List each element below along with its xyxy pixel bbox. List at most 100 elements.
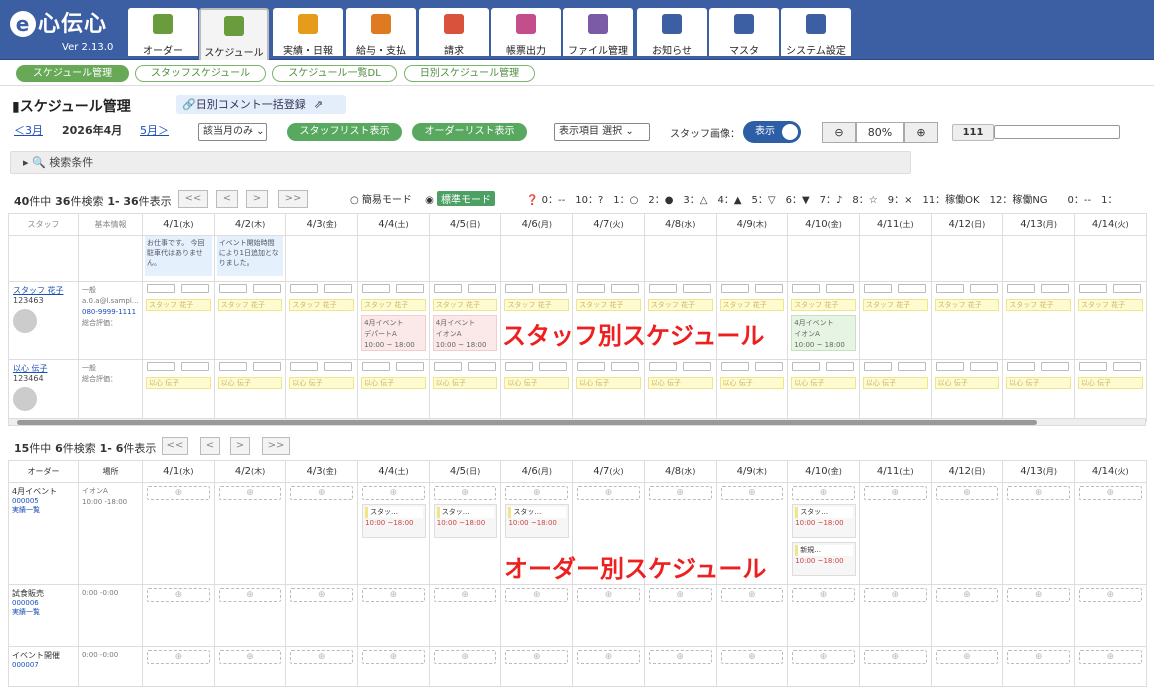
staff-list-button[interactable]: スタッフリスト表示 [287, 123, 402, 141]
horizontal-scrollbar[interactable] [8, 418, 1146, 426]
order-schedule-cell[interactable]: ⊕ [1002, 584, 1075, 647]
order-schedule-cell[interactable]: ⊕ [1002, 482, 1075, 585]
slot-a[interactable] [1007, 284, 1036, 293]
memo-cell[interactable]: お仕事です。 今回駐車代はありません。 [142, 235, 215, 282]
order-schedule-cell[interactable]: ⊕ [285, 584, 359, 647]
add-staff-plus-icon[interactable]: ⊕ [218, 650, 282, 664]
nav-tab-8[interactable]: マスタ [709, 8, 779, 57]
slot-b[interactable] [1041, 284, 1070, 293]
schedule-cell[interactable]: 以心 伝子 [1073, 359, 1147, 422]
schedule-cell[interactable]: 以心 伝子 [285, 359, 359, 422]
event-card[interactable]: 4月イベント イオンA 10:00 ~ 18:00 [432, 315, 498, 351]
app-logo[interactable]: e 心伝心 [10, 6, 107, 38]
staff-next-page-button[interactable]: > [246, 190, 268, 208]
next-month-link[interactable]: 5月＞ [140, 122, 169, 138]
add-staff-plus-icon[interactable]: ⊕ [577, 650, 640, 664]
slot-b[interactable] [539, 284, 568, 293]
schedule-cell[interactable]: スタッフ 花子 4月イベント デパートA 10:00 ~ 18:00 [357, 281, 430, 360]
add-staff-plus-icon[interactable]: ⊕ [648, 650, 712, 664]
slot-b[interactable] [252, 284, 281, 293]
order-schedule-cell[interactable]: ⊕ [500, 646, 574, 687]
add-staff-plus-icon[interactable]: ⊕ [505, 650, 569, 664]
add-staff-plus-icon[interactable]: ⊕ [720, 486, 784, 500]
slot-b[interactable] [754, 284, 783, 293]
slot-a[interactable] [218, 362, 247, 371]
order-schedule-cell[interactable]: ⊕ [930, 646, 1004, 687]
order-schedule-cell[interactable]: ⊕ [1073, 482, 1147, 585]
simple-mode-radio[interactable]: ○ 簡易モード [350, 195, 412, 206]
zoom-slider[interactable] [994, 125, 1120, 139]
schedule-cell[interactable]: 以心 伝子 [572, 359, 645, 422]
slot-b[interactable] [1112, 284, 1141, 293]
slot-a[interactable] [863, 362, 892, 371]
memo-cell[interactable] [357, 235, 430, 282]
order-next-page-button[interactable]: > [230, 437, 250, 455]
order-results-link[interactable]: 実績一覧 [12, 505, 75, 515]
add-staff-plus-icon[interactable]: ⊕ [505, 486, 569, 500]
schedule-cell[interactable]: 以心 伝子 [357, 359, 430, 422]
add-staff-plus-icon[interactable]: ⊕ [433, 650, 497, 664]
assigned-staff-card[interactable]: 新規… 10:00 ~18:00 [792, 542, 856, 576]
slot-b[interactable] [324, 284, 353, 293]
schedule-cell[interactable]: 以心 伝子 [1002, 359, 1075, 422]
slot-a[interactable] [147, 284, 175, 293]
slot-b[interactable] [467, 362, 496, 371]
add-staff-plus-icon[interactable]: ⊕ [863, 486, 927, 500]
slot-b[interactable] [969, 362, 998, 371]
order-schedule-cell[interactable]: ⊕ [142, 646, 215, 687]
schedule-cell[interactable]: スタッフ 花子 [1073, 281, 1147, 360]
order-schedule-cell[interactable]: ⊕ [787, 646, 860, 687]
order-schedule-cell[interactable]: ⊕ スタッ… 10:00 ~18:00 新規… 10:00 ~18:00 [787, 482, 860, 585]
subnav-daily-schedule[interactable]: 日別スケジュール管理 [404, 65, 535, 82]
add-staff-plus-icon[interactable]: ⊕ [218, 486, 282, 500]
add-staff-plus-icon[interactable]: ⊕ [935, 588, 999, 602]
memo-cell[interactable] [858, 235, 932, 282]
order-schedule-cell[interactable]: ⊕ [787, 584, 860, 647]
slot-b[interactable] [754, 362, 783, 371]
staff-name-link[interactable]: スタッフ 花子 [13, 286, 64, 295]
schedule-cell[interactable]: スタッフ 花子 [1002, 281, 1075, 360]
order-results-link[interactable]: 実績一覧 [12, 607, 75, 617]
nav-tab-6[interactable]: ファイル管理 [563, 8, 633, 57]
order-schedule-cell[interactable]: ⊕ [213, 482, 287, 585]
slot-b[interactable] [396, 284, 425, 293]
event-card[interactable]: 4月イベント デパートA 10:00 ~ 18:00 [361, 315, 426, 351]
slot-a[interactable] [505, 284, 534, 293]
order-schedule-cell[interactable]: ⊕ [428, 646, 502, 687]
add-staff-plus-icon[interactable]: ⊕ [362, 588, 425, 602]
add-staff-plus-icon[interactable]: ⊕ [433, 486, 497, 500]
nav-tab-0[interactable]: オーダー [128, 8, 198, 57]
slot-a[interactable] [792, 284, 821, 293]
add-staff-plus-icon[interactable]: ⊕ [648, 486, 712, 500]
memo-cell[interactable] [285, 235, 359, 282]
slot-b[interactable] [252, 362, 281, 371]
schedule-cell[interactable]: スタッフ 花子 [142, 281, 215, 360]
add-staff-plus-icon[interactable]: ⊕ [792, 588, 855, 602]
memo-cell[interactable] [643, 235, 717, 282]
order-schedule-cell[interactable]: ⊕ [285, 646, 359, 687]
slot-a[interactable] [935, 284, 964, 293]
order-schedule-cell[interactable]: ⊕ スタッ… 10:00 ~18:00 [357, 482, 430, 585]
slot-b[interactable] [897, 362, 926, 371]
order-schedule-cell[interactable]: ⊕ [142, 482, 215, 585]
memo-cell[interactable] [500, 235, 574, 282]
order-schedule-cell[interactable]: ⊕ [572, 646, 645, 687]
add-staff-plus-icon[interactable]: ⊕ [1078, 486, 1142, 500]
schedule-cell[interactable]: スタッフ 花子 [285, 281, 359, 360]
schedule-cell[interactable]: スタッフ 花子 4月イベント イオンA 10:00 ~ 18:00 [787, 281, 860, 360]
add-staff-plus-icon[interactable]: ⊕ [290, 650, 354, 664]
add-staff-plus-icon[interactable]: ⊕ [792, 650, 855, 664]
slot-b[interactable] [396, 362, 425, 371]
slot-b[interactable] [1041, 362, 1070, 371]
order-schedule-cell[interactable]: ⊕ [930, 482, 1004, 585]
schedule-cell[interactable]: スタッフ 花子 [213, 281, 287, 360]
slot-a[interactable] [792, 362, 821, 371]
order-schedule-cell[interactable]: ⊕ [213, 646, 287, 687]
order-schedule-cell[interactable]: ⊕ [858, 482, 932, 585]
nav-tab-2[interactable]: 実績・日報 [273, 8, 343, 57]
slot-a[interactable] [863, 284, 892, 293]
slot-a[interactable] [935, 362, 964, 371]
bulk-comment-button[interactable]: 🔗日別コメント一括登録 ⇗ [176, 95, 346, 114]
memo-cell[interactable] [1002, 235, 1075, 282]
add-staff-plus-icon[interactable]: ⊕ [935, 486, 999, 500]
